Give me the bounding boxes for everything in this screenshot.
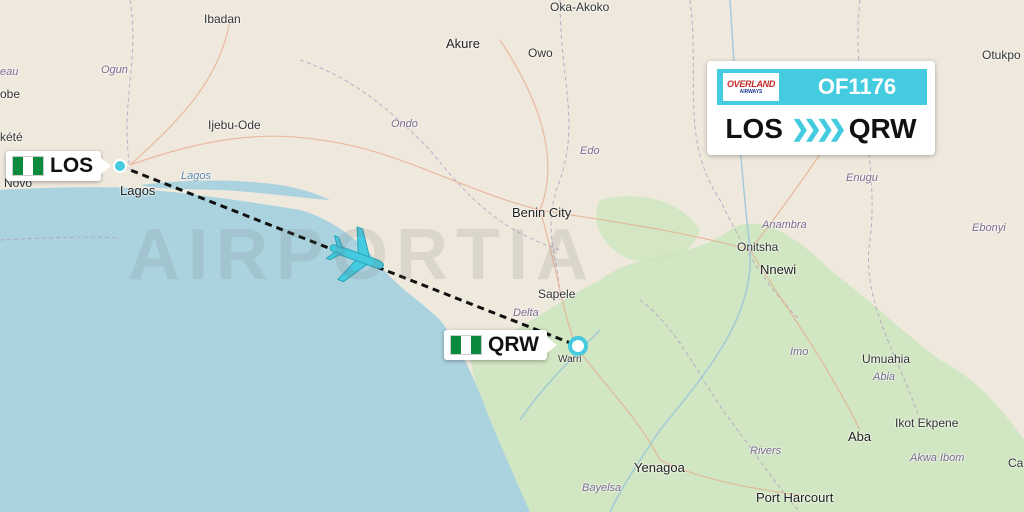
region-label: eau bbox=[0, 66, 19, 78]
place-label: Benin City bbox=[512, 205, 572, 220]
region-label: Akwa Ibom bbox=[910, 452, 965, 464]
region-label: Bayelsa bbox=[582, 482, 622, 494]
water-label: Lagos bbox=[181, 170, 211, 182]
destination-code: QRW bbox=[488, 333, 539, 356]
region-label: Enugu bbox=[846, 172, 878, 184]
chevrons-right-icon: ❯❯❯❯ bbox=[790, 116, 847, 141]
place-label: Owo bbox=[528, 46, 553, 60]
place-label: Yenagoa bbox=[634, 460, 685, 475]
region-label: Ondo bbox=[391, 118, 418, 130]
watermark: AIRPORTIA bbox=[128, 215, 596, 295]
place-label: Onitsha bbox=[737, 240, 779, 254]
place-label: Warri bbox=[558, 354, 582, 365]
origin-airport-marker[interactable] bbox=[113, 159, 127, 173]
place-label: Ijebu-Ode bbox=[208, 118, 261, 132]
nigeria-flag-icon bbox=[450, 335, 482, 355]
place-label: obe bbox=[0, 87, 21, 101]
place-label: Umuahia bbox=[862, 352, 911, 366]
place-label: Otukpo bbox=[982, 48, 1021, 62]
route-summary: LOS ❯❯❯❯ QRW bbox=[707, 109, 935, 149]
flight-number: OF1176 bbox=[817, 74, 897, 99]
region-label: Abia bbox=[873, 371, 896, 383]
region-label: Edo bbox=[580, 145, 600, 157]
tag-pointer bbox=[101, 158, 112, 174]
place-label: Nnewi bbox=[760, 262, 797, 277]
tag-pointer bbox=[546, 337, 557, 353]
place-label: Lagos bbox=[120, 183, 156, 198]
region-label: Ebonyi bbox=[972, 222, 1006, 234]
origin-airport-tag[interactable]: LOS bbox=[6, 151, 112, 181]
place-label: Ikot Ekpene bbox=[895, 416, 959, 430]
destination-airport-marker[interactable] bbox=[568, 336, 588, 356]
airline-logo: OVERLAND AIRWAYS bbox=[723, 73, 779, 101]
place-label: Akure bbox=[446, 36, 480, 51]
destination-airport-tag[interactable]: QRW bbox=[444, 330, 557, 360]
route-destination: QRW bbox=[848, 113, 917, 144]
origin-code: LOS bbox=[50, 154, 94, 177]
place-label: Oka-Akoko bbox=[550, 0, 610, 14]
region-label: Delta bbox=[513, 307, 539, 319]
flight-info-card[interactable]: OVERLAND AIRWAYS OF1176 LOS ❯❯❯❯ QRW bbox=[707, 61, 935, 155]
route-origin: LOS bbox=[725, 113, 783, 144]
nigeria-flag-icon bbox=[12, 156, 44, 176]
place-label: Ibadan bbox=[204, 12, 241, 26]
region-label: Rivers bbox=[750, 445, 782, 457]
place-label: Sapele bbox=[538, 287, 576, 301]
region-label: Imo bbox=[790, 346, 809, 358]
flight-card-header: OVERLAND AIRWAYS OF1176 bbox=[717, 69, 927, 105]
place-label: Port Harcourt bbox=[756, 490, 834, 505]
region-label: Ogun bbox=[101, 64, 128, 76]
place-label: kété bbox=[0, 130, 23, 144]
place-label: Aba bbox=[848, 429, 872, 444]
place-label: Ca bbox=[1008, 456, 1024, 470]
region-label: Anambra bbox=[762, 219, 807, 231]
